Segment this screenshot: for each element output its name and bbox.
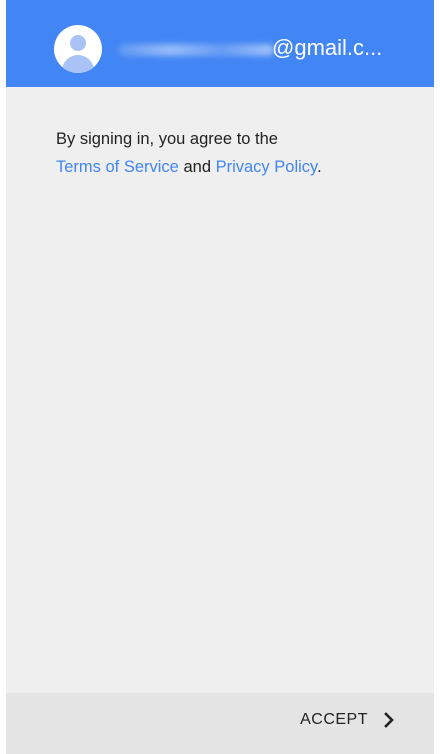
accept-button-label: ACCEPT (300, 711, 368, 728)
terms-prefix: By signing in, you agree to the (56, 130, 278, 148)
redacted-email-username (118, 44, 274, 56)
bottom-bar: ACCEPT (6, 693, 434, 754)
terms-of-service-link[interactable]: Terms of Service (56, 158, 179, 176)
accept-button[interactable]: ACCEPT (300, 711, 396, 729)
chevron-right-icon (384, 712, 394, 728)
avatar-body (62, 55, 94, 73)
account-email-domain: @gmail.c... (272, 35, 383, 60)
avatar-head (70, 35, 86, 51)
terms-suffix: . (317, 158, 322, 176)
privacy-policy-link[interactable]: Privacy Policy (216, 158, 317, 176)
signin-screen: @gmail.c... By signing in, you agree to … (6, 0, 434, 754)
account-avatar-icon (54, 25, 102, 73)
terms-conjunction: and (183, 158, 211, 176)
account-header: @gmail.c... (6, 0, 434, 87)
terms-notice: By signing in, you agree to the Terms of… (56, 125, 416, 181)
